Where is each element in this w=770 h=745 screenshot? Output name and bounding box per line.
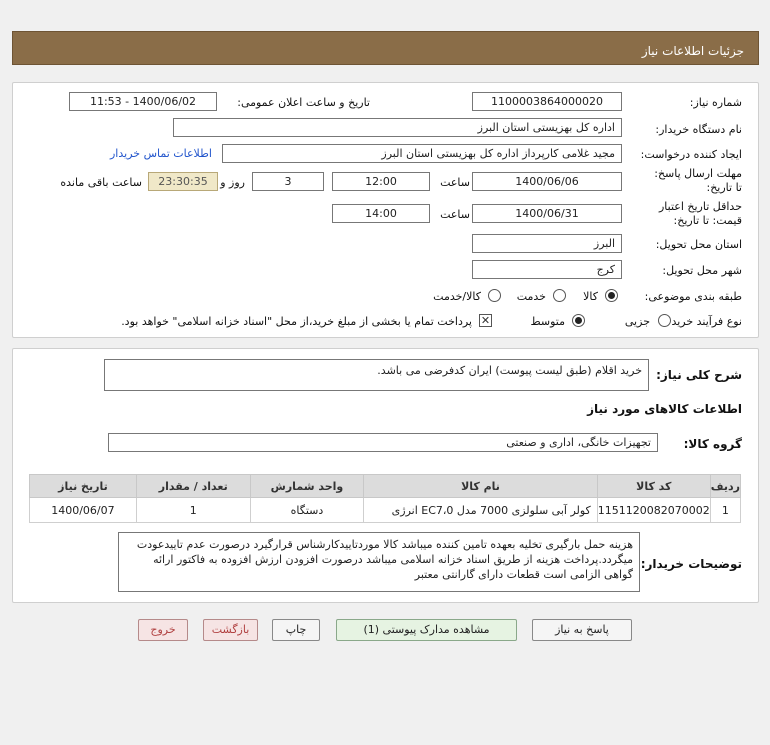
cell-unit: دستگاه	[249, 497, 365, 523]
purchase-type-label: نوع فرآیند خرید :	[664, 315, 742, 328]
category-option-goods: کالا	[583, 290, 598, 303]
city-field: کرج	[472, 260, 622, 279]
summary-field: خرید اقلام (طبق لیست پیوست) ایران کدفرضی…	[104, 359, 649, 391]
cell-name: کولر آبی سلولزی 7000 مدل EC7،0 انرژی	[363, 497, 598, 523]
goods-table: ردیف کد کالا نام کالا واحد شمارش تعداد /…	[29, 474, 742, 523]
deadline-days-field: 3	[252, 172, 324, 191]
cell-row: 1	[709, 497, 742, 523]
category-radio-goods[interactable]	[605, 289, 618, 302]
province-field: البرز	[472, 234, 622, 253]
deadline-time-field: 12:00	[332, 172, 430, 191]
category-label: طبقه بندی موضوعی:	[644, 290, 742, 303]
contact-buyer-link[interactable]: اطلاعات تماس خریدار	[110, 147, 212, 160]
treasury-payment-note: پرداخت تمام یا بخشی از مبلغ خرید،از محل …	[121, 315, 472, 328]
validity-label: حداقل تاریخ اعتبار قیمت: تا تاریخ:	[658, 200, 742, 227]
summary-label: شرح کلی نیاز:	[656, 368, 742, 382]
reply-button[interactable]: پاسخ به نیاز	[532, 619, 632, 641]
buyer-notes-field: هزینه حمل بارگیری تخلیه بعهده تامین کنند…	[118, 532, 640, 592]
requester-field: مجید غلامی کارپرداز اداره کل بهزیستی است…	[222, 144, 622, 163]
page-header: جزئیات اطلاعات نیاز	[12, 31, 759, 65]
deadline-date-field: 1400/06/06	[472, 172, 622, 191]
cell-qty: 1	[135, 497, 251, 523]
cell-code: 1151120082070002	[596, 497, 711, 523]
city-label: شهر محل تحویل:	[662, 264, 742, 277]
deadline-time-label: ساعت	[440, 176, 470, 189]
category-radio-both[interactable]	[488, 289, 501, 302]
col-code-header: کد کالا	[596, 474, 711, 498]
category-option-service: خدمت	[516, 290, 546, 303]
buyer-notes-label: توضیحات خریدار:	[640, 557, 742, 571]
announce-label: تاریخ و ساعت اعلان عمومی:	[237, 96, 370, 109]
print-button[interactable]: چاپ	[272, 619, 320, 641]
table-row: 1 1151120082070002 کولر آبی سلولزی 7000 …	[29, 497, 742, 523]
remaining-time-field: 23:30:35	[148, 172, 218, 191]
exit-button[interactable]: خروج	[138, 619, 188, 641]
buyer-org-field: اداره کل بهزیستی استان البرز	[173, 118, 622, 137]
validity-time-label: ساعت	[440, 208, 470, 221]
attachments-button[interactable]: مشاهده مدارک پیوستی (1)	[336, 619, 517, 641]
table-header-row: ردیف کد کالا نام کالا واحد شمارش تعداد /…	[29, 474, 742, 498]
goods-section-title: اطلاعات کالاهای مورد نیاز	[587, 402, 742, 416]
deadline-label: مهلت ارسال پاسخ: تا تاریخ:	[654, 167, 742, 194]
purchase-option-medium: متوسط	[530, 315, 565, 328]
col-name-header: نام کالا	[363, 474, 598, 498]
goods-group-field: تجهیزات خانگی، اداری و صنعتی	[108, 433, 658, 452]
back-button[interactable]: بازگشت	[203, 619, 258, 641]
col-qty-header: تعداد / مقدار	[135, 474, 251, 498]
col-row-header: ردیف	[709, 474, 742, 498]
cell-date: 1400/06/07	[29, 497, 137, 523]
deadline-days-label: روز و	[220, 176, 245, 189]
page-title: جزئیات اطلاعات نیاز	[641, 44, 744, 58]
announce-field: 1400/06/02 - 11:53	[69, 92, 217, 111]
requester-label: ایجاد کننده درخواست:	[640, 148, 742, 161]
remaining-time-label: ساعت باقی مانده	[60, 176, 142, 189]
validity-date-field: 1400/06/31	[472, 204, 622, 223]
purchase-radio-minor[interactable]	[658, 314, 671, 327]
need-number-field: 1100003864000020	[472, 92, 622, 111]
buyer-org-label: نام دستگاه خریدار:	[655, 123, 742, 136]
col-unit-header: واحد شمارش	[249, 474, 365, 498]
treasury-payment-checkbox[interactable]: ✕	[479, 314, 492, 327]
validity-time-field: 14:00	[332, 204, 430, 223]
purchase-option-minor: جزیی	[624, 315, 650, 328]
goods-group-label: گروه کالا:	[683, 437, 742, 451]
province-label: استان محل تحویل:	[655, 238, 742, 251]
col-date-header: تاریخ نیاز	[29, 474, 137, 498]
category-option-both: کالا/خدمت	[433, 290, 481, 303]
category-radio-service[interactable]	[553, 289, 566, 302]
purchase-radio-medium[interactable]	[572, 314, 585, 327]
need-number-label: شماره نیاز:	[689, 96, 742, 109]
